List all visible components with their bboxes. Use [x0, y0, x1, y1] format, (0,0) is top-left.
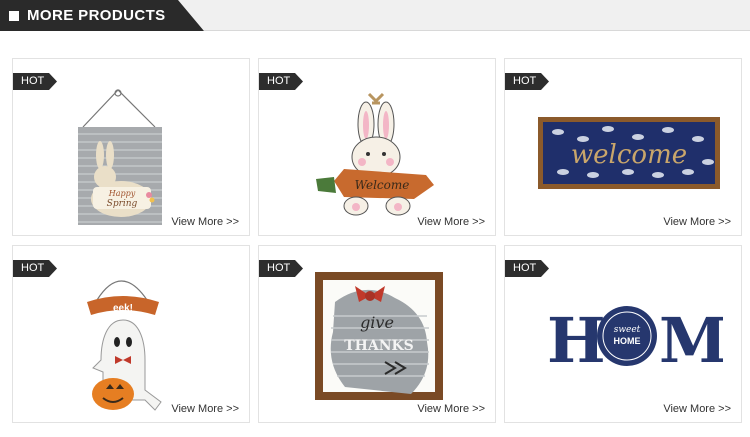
section-title: MORE PRODUCTS	[27, 7, 166, 24]
image-text: welcome	[571, 140, 687, 170]
product-image[interactable]: eek!	[85, 260, 177, 416]
hot-badge: HOT	[259, 73, 303, 90]
view-more-link[interactable]: View More >>	[171, 216, 239, 228]
hot-badge: HOT	[259, 260, 303, 277]
image-text: THANKS	[344, 338, 414, 354]
product-image[interactable]: Happy Spring	[73, 87, 168, 227]
product-image[interactable]: give THANKS	[315, 272, 443, 400]
hot-badge: HOT	[13, 260, 57, 277]
product-image[interactable]: Welcome	[314, 89, 439, 219]
view-more-link[interactable]: View More >>	[171, 403, 239, 415]
square-bullet-icon	[9, 10, 19, 21]
image-text: Spring	[107, 199, 138, 209]
image-text: Happy	[108, 189, 136, 198]
hot-badge: HOT	[505, 73, 549, 90]
view-more-link[interactable]: View More >>	[663, 216, 731, 228]
image-text: eek!	[113, 303, 133, 314]
product-card[interactable]: HOT Welcome View More >>	[258, 58, 496, 236]
image-text: give	[360, 313, 394, 332]
section-header: MORE PRODUCTS	[0, 0, 204, 31]
product-image[interactable]: welcome	[538, 117, 720, 189]
image-text: ME	[659, 304, 723, 368]
hot-badge: HOT	[13, 73, 57, 90]
view-more-link[interactable]: View More >>	[417, 216, 485, 228]
product-card[interactable]: HOT welcome View More >>	[504, 58, 742, 236]
image-text: sweet	[614, 325, 641, 335]
image-text: HOME	[614, 336, 641, 346]
product-card[interactable]: HOT eek! View More >>	[12, 245, 250, 423]
hot-badge: HOT	[505, 260, 549, 277]
image-text: H	[547, 304, 606, 368]
header-divider	[204, 30, 750, 31]
product-image[interactable]: H sweet HOME ME	[547, 304, 723, 368]
view-more-link[interactable]: View More >>	[663, 403, 731, 415]
product-card[interactable]: HOT H sweet HOME ME View More >>	[504, 245, 742, 423]
view-more-link[interactable]: View More >>	[417, 403, 485, 415]
product-card[interactable]: HOT Happy Spring View More >>	[12, 58, 250, 236]
product-card[interactable]: HOT give THANKS View More >>	[258, 245, 496, 423]
image-text: Welcome	[355, 178, 410, 192]
